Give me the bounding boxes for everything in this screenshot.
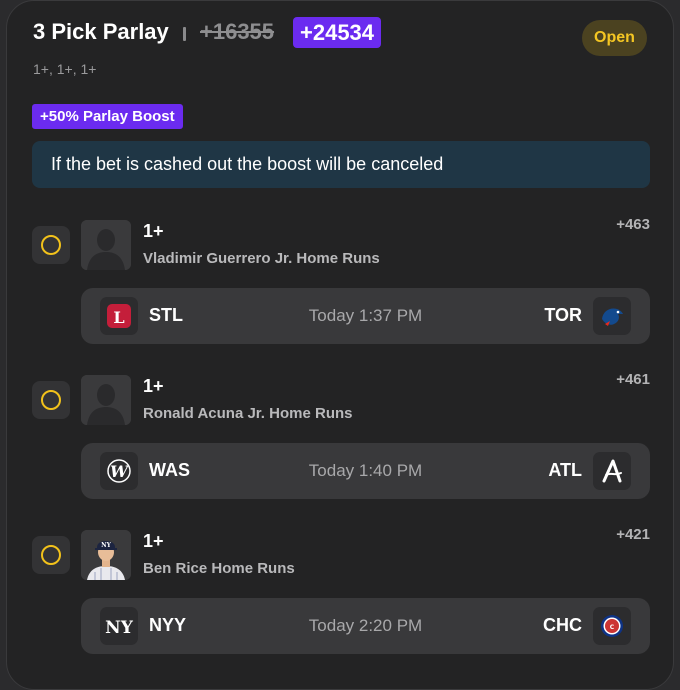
leg-market: Ben Rice Home Runs: [143, 560, 295, 577]
parlay-leg[interactable]: 1+ Ronald Acuna Jr. Home Runs +461 W WAS…: [7, 371, 675, 505]
blue-jays-logo: [593, 297, 631, 335]
player-silhouette-icon: [81, 375, 131, 425]
leg-odds: +461: [616, 371, 650, 388]
boosted-odds: +24534: [293, 17, 382, 48]
game-row[interactable]: W WAS Today 1:40 PM ATL: [81, 443, 650, 499]
boost-badge: +50% Parlay Boost: [32, 104, 183, 129]
parlay-subtitle: 1+, 1+, 1+: [33, 61, 97, 77]
cubs-logo: C: [593, 607, 631, 645]
leg-status-indicator: [32, 381, 70, 419]
title-separator: [183, 27, 186, 41]
parlay-leg[interactable]: 1+ Vladimir Guerrero Jr. Home Runs +463 …: [7, 216, 675, 350]
leg-status-indicator: [32, 536, 70, 574]
boost-notice: If the bet is cashed out the boost will …: [32, 141, 650, 188]
braves-logo: [593, 452, 631, 490]
original-odds: +16355: [200, 19, 275, 44]
home-team: TOR: [544, 305, 582, 325]
svg-text:NY: NY: [101, 542, 111, 549]
status-badge: Open: [582, 20, 647, 56]
leg-line: 1+: [143, 531, 164, 551]
leg-odds: +421: [616, 526, 650, 543]
home-team: ATL: [548, 460, 582, 480]
leg-line: 1+: [143, 376, 164, 396]
pending-circle-icon: [41, 235, 61, 255]
leg-odds: +463: [616, 216, 650, 233]
player-silhouette-icon: [81, 220, 131, 270]
parlay-card[interactable]: 3 Pick Parlay +16355 +24534 Open 1+, 1+,…: [6, 0, 674, 690]
pending-circle-icon: [41, 390, 61, 410]
game-row[interactable]: NY NYY Today 2:20 PM CHC C: [81, 598, 650, 654]
leg-market: Ronald Acuna Jr. Home Runs: [143, 405, 353, 422]
leg-status-indicator: [32, 226, 70, 264]
leg-line: 1+: [143, 221, 164, 241]
parlay-title: 3 Pick Parlay: [33, 19, 169, 44]
player-photo: NY: [81, 530, 131, 580]
pending-circle-icon: [41, 545, 61, 565]
game-row[interactable]: L STL Today 1:37 PM TOR: [81, 288, 650, 344]
svg-text:C: C: [610, 624, 615, 631]
parlay-leg[interactable]: NY 1+ Ben Rice Home Runs +421 NY NYY Tod…: [7, 526, 675, 660]
leg-market: Vladimir Guerrero Jr. Home Runs: [143, 250, 380, 267]
home-team: CHC: [543, 615, 582, 635]
